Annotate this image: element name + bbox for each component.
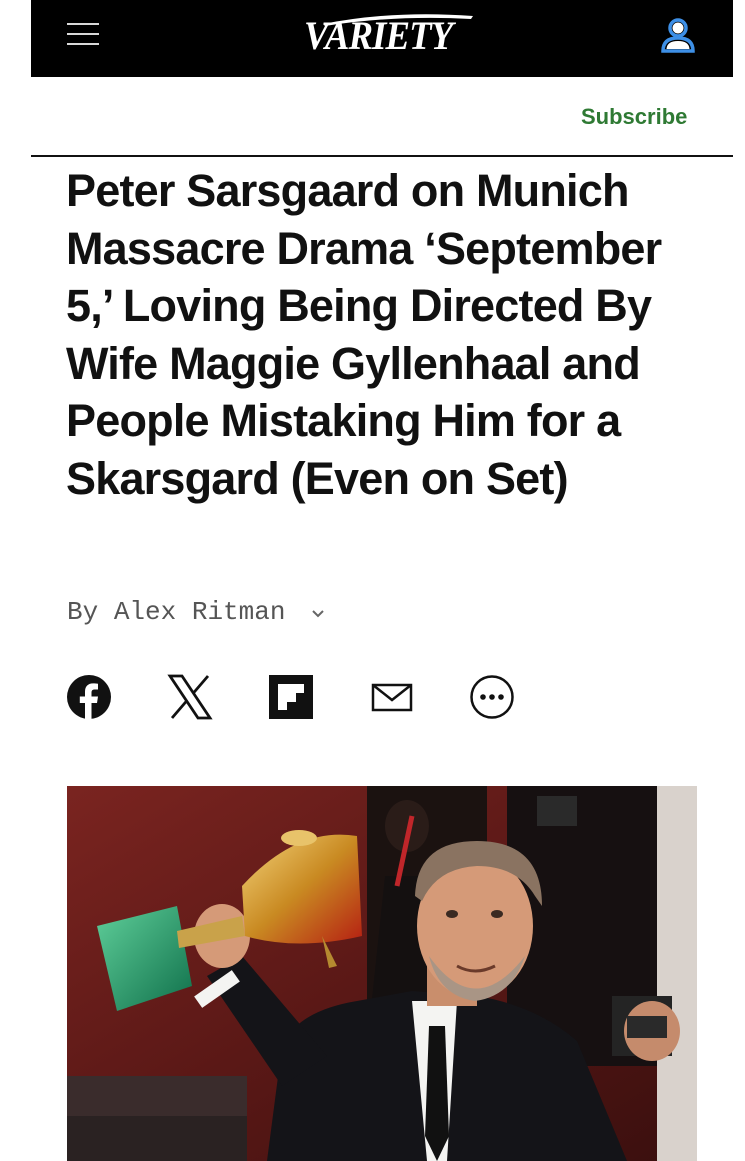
article-headline: Peter Sarsgaard on Munich Massacre Drama…: [66, 165, 662, 504]
author-name-link[interactable]: Alex Ritman: [114, 597, 286, 627]
chevron-down-icon[interactable]: [311, 597, 325, 627]
top-nav-bar: VARIETY: [31, 0, 733, 77]
byline: By Alex Ritman: [67, 597, 325, 627]
user-account-icon[interactable]: [658, 15, 698, 55]
facebook-icon[interactable]: [66, 674, 112, 720]
variety-logo[interactable]: VARIETY: [304, 8, 453, 64]
more-options-icon[interactable]: [469, 674, 515, 720]
hero-image[interactable]: [67, 786, 697, 1161]
x-icon[interactable]: [167, 674, 213, 720]
subscribe-link[interactable]: Subscribe: [581, 104, 687, 130]
email-icon[interactable]: [369, 674, 415, 720]
header-divider: [31, 155, 733, 157]
flipboard-icon[interactable]: [268, 674, 314, 720]
hamburger-menu-icon[interactable]: [67, 20, 99, 48]
byline-prefix: By: [67, 597, 99, 627]
